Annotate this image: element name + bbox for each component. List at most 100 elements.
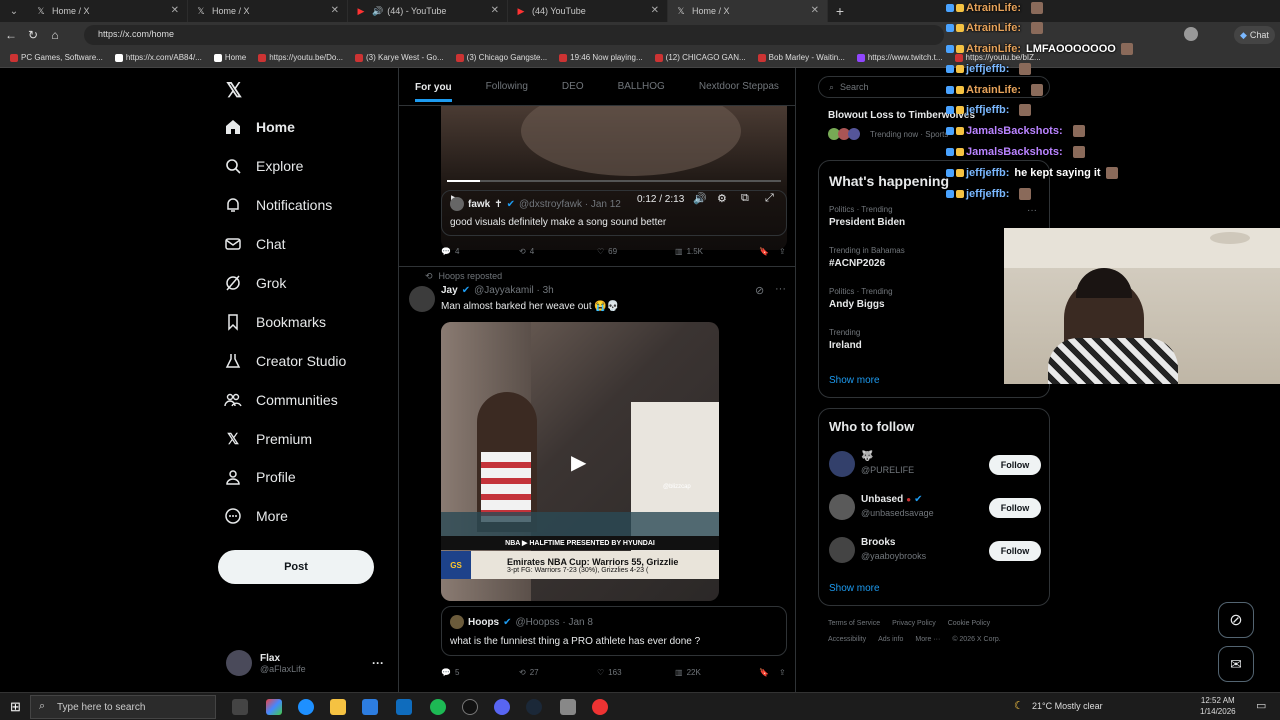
- video-progress-track[interactable]: [447, 180, 781, 182]
- more-options-icon[interactable]: ···: [775, 283, 786, 295]
- tab-for-you[interactable]: For you: [415, 82, 452, 102]
- nav-item-profile[interactable]: Profile: [224, 462, 296, 492]
- file-explorer-icon[interactable]: [330, 699, 346, 715]
- discord-icon[interactable]: [494, 699, 510, 715]
- like-button[interactable]: ♡ 69: [597, 247, 675, 256]
- notification-icon[interactable]: ▭: [1256, 699, 1266, 712]
- nav-item-chat[interactable]: Chat: [224, 229, 286, 259]
- quoted-tweet[interactable]: fawk ✝ ✔ @dxstroyfawk · Jan 12 good visu…: [441, 190, 787, 236]
- app-icon[interactable]: [560, 699, 576, 715]
- taskbar-search-input[interactable]: ⌕ Type here to search: [30, 695, 216, 719]
- like-button[interactable]: ♡ 163: [597, 668, 675, 677]
- weather-text[interactable]: 21°C Mostly clear: [1032, 701, 1103, 711]
- footer-link[interactable]: Accessibility: [828, 636, 866, 643]
- play-icon[interactable]: ▶: [571, 450, 586, 475]
- browser-tab[interactable]: 𝕏 Home / X ✕: [28, 0, 188, 22]
- show-more-link[interactable]: Show more: [829, 583, 880, 594]
- browser-tab-active[interactable]: 𝕏 Home / X ✕: [668, 0, 828, 22]
- views-button[interactable]: ▥ 1.5K: [675, 247, 753, 256]
- footer-link[interactable]: Privacy Policy: [892, 620, 936, 627]
- bookmark-item[interactable]: https://www.twitch.t...: [856, 53, 943, 62]
- nav-item-more[interactable]: More: [224, 501, 288, 531]
- grok-floating-button[interactable]: ⊘: [1218, 602, 1254, 638]
- back-icon[interactable]: ←: [0, 28, 22, 42]
- share-icon[interactable]: ⇪: [779, 247, 786, 256]
- tab-search-icon[interactable]: ⌄: [0, 6, 28, 17]
- repost-button[interactable]: ⟲ 4: [519, 247, 597, 256]
- messages-floating-button[interactable]: ✉: [1218, 646, 1254, 682]
- app-icon[interactable]: [266, 699, 282, 715]
- tweet-author-name[interactable]: Jay: [441, 285, 458, 296]
- nav-item-bookmarks[interactable]: Bookmarks: [224, 307, 326, 337]
- tab-nextdoor-steppas[interactable]: Nextdoor Steppas: [699, 81, 779, 92]
- repost-button[interactable]: ⟲ 27: [519, 668, 597, 677]
- share-icon[interactable]: ⇪: [779, 668, 786, 677]
- bookmark-icon[interactable]: 🔖: [759, 668, 769, 677]
- tweet-video[interactable]: ▶ @blizzcap NBA ▶ HALFTIME PRESENTED BY …: [441, 322, 719, 601]
- nav-item-communities[interactable]: Communities: [224, 385, 338, 415]
- avatar[interactable]: [1184, 27, 1198, 41]
- trend-item[interactable]: Trending Ireland: [829, 328, 862, 351]
- footer-link[interactable]: Ads info: [878, 636, 903, 643]
- speaker-icon[interactable]: 🔊: [372, 6, 383, 17]
- follow-button[interactable]: Follow: [989, 498, 1041, 518]
- nav-item-explore[interactable]: Explore: [224, 151, 303, 181]
- bookmark-item[interactable]: (3) Chicago Gangste...: [455, 53, 547, 62]
- bookmark-item[interactable]: https://x.com/AB84/...: [114, 53, 202, 62]
- views-button[interactable]: ▥ 22K: [675, 668, 753, 677]
- url-field[interactable]: https://x.com/home: [84, 25, 944, 45]
- x-logo-icon[interactable]: 𝕏: [226, 78, 242, 103]
- reply-button[interactable]: 💬 4: [441, 247, 519, 256]
- close-icon[interactable]: ✕: [331, 5, 339, 16]
- follow-button[interactable]: Follow: [989, 455, 1041, 475]
- footer-link[interactable]: More ···: [915, 636, 940, 643]
- new-tab-icon[interactable]: +: [828, 3, 852, 19]
- quoted-tweet[interactable]: Hoops ✔ @Hoopss · Jan 8 what is the funn…: [441, 606, 787, 656]
- browser-tab[interactable]: 𝕏 Home / X ✕: [188, 0, 348, 22]
- nav-item-premium[interactable]: 𝕏 Premium: [224, 424, 312, 454]
- windows-start-icon[interactable]: ⊞: [10, 699, 21, 715]
- nav-item-grok[interactable]: Grok: [224, 268, 286, 298]
- bookmark-item[interactable]: Home: [213, 53, 246, 62]
- nav-item-home[interactable]: Home: [224, 112, 295, 142]
- home-icon[interactable]: ⌂: [44, 28, 66, 42]
- post-button[interactable]: Post: [218, 550, 374, 584]
- edge-icon[interactable]: [298, 699, 314, 715]
- spotify-icon[interactable]: [430, 699, 446, 715]
- steam-icon[interactable]: [526, 699, 542, 715]
- trend-item[interactable]: Politics · Trending Andy Biggs: [829, 287, 893, 310]
- follow-button[interactable]: Follow: [989, 541, 1041, 561]
- browser-tab[interactable]: ▶ 🔊 (44) - YouTube ✕: [348, 0, 508, 22]
- more-options-icon[interactable]: ···: [372, 656, 384, 670]
- reply-button[interactable]: 💬 5: [441, 668, 519, 677]
- more-options-icon[interactable]: ···: [1027, 205, 1037, 216]
- close-icon[interactable]: ✕: [491, 5, 499, 16]
- trend-item[interactable]: Trending in Bahamas #ACNP2026: [829, 246, 905, 269]
- reload-icon[interactable]: ↻: [22, 28, 44, 42]
- chat-button[interactable]: ◆ Chat: [1234, 26, 1275, 44]
- clock[interactable]: 12:52 AM 1/14/2026: [1200, 695, 1236, 717]
- browser-tab[interactable]: ▶ (44) YouTube ✕: [508, 0, 668, 22]
- nav-item-creator-studio[interactable]: Creator Studio: [224, 346, 346, 376]
- footer-link[interactable]: Terms of Service: [828, 620, 880, 627]
- nav-item-notifications[interactable]: Notifications: [224, 190, 332, 220]
- trend-item[interactable]: Politics · Trending President Biden: [829, 205, 905, 228]
- app-icon[interactable]: [592, 699, 608, 715]
- tab-following[interactable]: Following: [486, 81, 528, 92]
- bookmark-item[interactable]: 19:46 Now playing...: [559, 53, 643, 62]
- bookmark-item[interactable]: (12) CHICAGO GAN...: [654, 53, 746, 62]
- obs-icon[interactable]: [462, 699, 478, 715]
- show-more-link[interactable]: Show more: [829, 375, 880, 386]
- store-icon[interactable]: [362, 699, 378, 715]
- footer-link[interactable]: Cookie Policy: [948, 620, 990, 627]
- bookmark-item[interactable]: Bob Marley - Waitin...: [757, 53, 845, 62]
- bookmark-item[interactable]: (3) Karye West - Go...: [355, 53, 444, 62]
- task-view-icon[interactable]: [232, 699, 248, 715]
- close-icon[interactable]: ✕: [651, 5, 659, 16]
- avatar[interactable]: [409, 286, 435, 312]
- close-icon[interactable]: ✕: [171, 5, 179, 16]
- bookmark-item[interactable]: https://youtu.be/Do...: [258, 53, 343, 62]
- tab-deo[interactable]: DEO: [562, 81, 584, 92]
- bookmark-icon[interactable]: 🔖: [759, 247, 769, 256]
- bookmark-item[interactable]: PC Games, Software...: [10, 53, 103, 62]
